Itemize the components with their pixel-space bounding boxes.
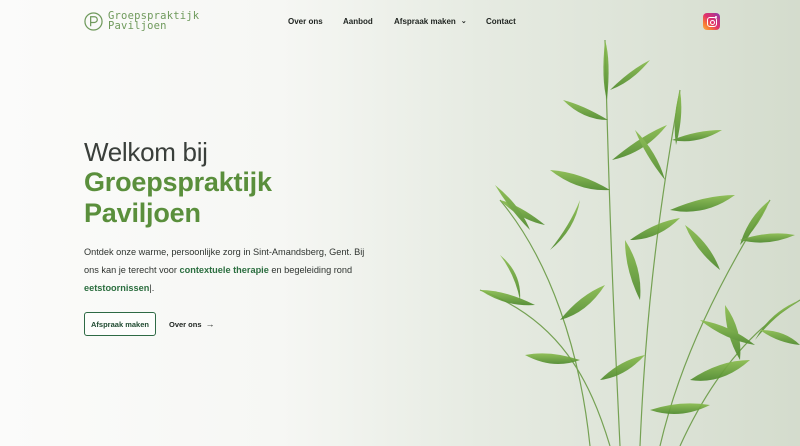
afspraak-maken-button[interactable]: Afspraak maken — [84, 312, 156, 336]
arrow-right-icon: → — [205, 319, 215, 329]
link-eetstoornissen[interactable]: eetstoornissen — [84, 283, 149, 293]
nav-contact-label: Contact — [486, 17, 516, 26]
instagram-icon[interactable] — [703, 13, 720, 30]
nav-afspraak-maken[interactable]: Afspraak maken ⌄ — [394, 17, 467, 26]
hero-welcome: Welkom bij — [84, 137, 208, 167]
instagram-dot — [715, 16, 717, 18]
link-contextuele-therapie[interactable]: contextuele therapie — [180, 265, 269, 275]
plant-image — [479, 39, 800, 446]
nav-contact[interactable]: Contact — [486, 17, 516, 26]
hero-brand-line-2: Paviljoen — [84, 198, 201, 228]
hero-intro: Ontdek onze warme, persoonlijke zorg in … — [84, 243, 374, 297]
logo-text: Groepspraktijk Paviljoen — [108, 11, 199, 32]
hero-brand-line-1: Groepspraktijk — [84, 167, 272, 197]
instagram-glyph — [706, 16, 717, 27]
chevron-down-icon: ⌄ — [460, 18, 467, 25]
intro-text-2: en begeleiding rond — [268, 265, 353, 275]
nav-aanbod[interactable]: Aanbod — [343, 17, 373, 26]
site-logo[interactable]: Groepspraktijk Paviljoen — [84, 11, 199, 31]
nav-over-ons[interactable]: Over ons — [288, 17, 323, 26]
site-header: Groepspraktijk Paviljoen Over ons Aanbod… — [0, 0, 800, 44]
nav-over-ons-label: Over ons — [288, 17, 323, 26]
nav-afspraak-label: Afspraak maken — [394, 17, 456, 26]
intro-text-3: |. — [149, 283, 155, 293]
hero-actions: Afspraak maken Over ons → — [84, 312, 215, 336]
over-ons-link-label: Over ons — [169, 319, 202, 329]
hero-content: Welkom bij Groepspraktijk Paviljoen Ontd… — [84, 137, 374, 297]
nav-aanbod-label: Aanbod — [343, 17, 373, 26]
logo-line-2: Paviljoen — [108, 20, 167, 32]
logo-p-icon — [84, 11, 103, 31]
over-ons-link[interactable]: Over ons → — [169, 319, 215, 329]
